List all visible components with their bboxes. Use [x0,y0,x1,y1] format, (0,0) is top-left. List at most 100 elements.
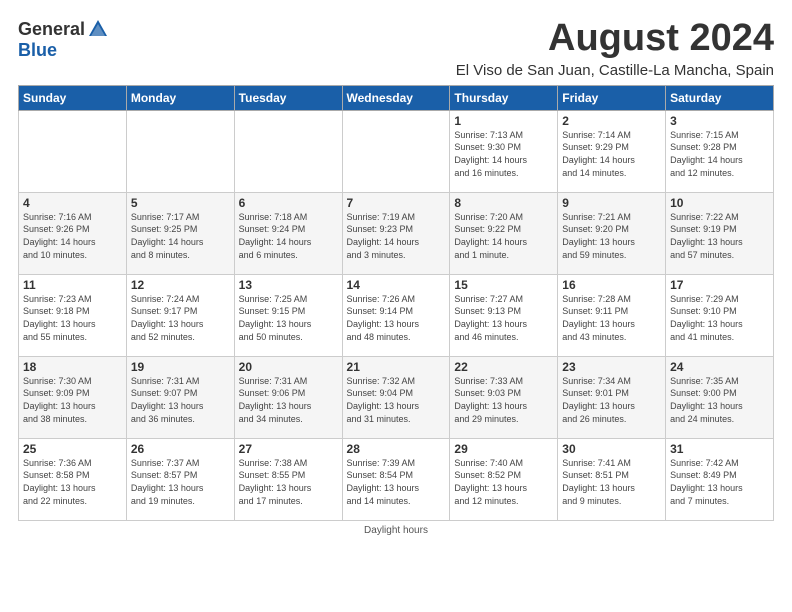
day-number: 13 [239,278,338,292]
calendar-cell: 1Sunrise: 7:13 AM Sunset: 9:30 PM Daylig… [450,110,558,192]
day-info: Sunrise: 7:40 AM Sunset: 8:52 PM Dayligh… [454,457,553,507]
day-number: 15 [454,278,553,292]
calendar-cell [234,110,342,192]
day-number: 17 [670,278,769,292]
day-info: Sunrise: 7:31 AM Sunset: 9:06 PM Dayligh… [239,375,338,425]
day-info: Sunrise: 7:25 AM Sunset: 9:15 PM Dayligh… [239,293,338,343]
logo-blue-text: Blue [18,40,57,61]
week-row-2: 4Sunrise: 7:16 AM Sunset: 9:26 PM Daylig… [19,192,774,274]
day-info: Sunrise: 7:23 AM Sunset: 9:18 PM Dayligh… [23,293,122,343]
calendar-cell: 27Sunrise: 7:38 AM Sunset: 8:55 PM Dayli… [234,438,342,520]
day-info: Sunrise: 7:35 AM Sunset: 9:00 PM Dayligh… [670,375,769,425]
calendar-cell: 31Sunrise: 7:42 AM Sunset: 8:49 PM Dayli… [666,438,774,520]
logo: General Blue [18,18,109,61]
calendar-cell: 24Sunrise: 7:35 AM Sunset: 9:00 PM Dayli… [666,356,774,438]
calendar-cell: 7Sunrise: 7:19 AM Sunset: 9:23 PM Daylig… [342,192,450,274]
calendar-cell: 3Sunrise: 7:15 AM Sunset: 9:28 PM Daylig… [666,110,774,192]
day-info: Sunrise: 7:33 AM Sunset: 9:03 PM Dayligh… [454,375,553,425]
location-subtitle: El Viso de San Juan, Castille-La Mancha,… [456,62,774,79]
day-info: Sunrise: 7:16 AM Sunset: 9:26 PM Dayligh… [23,211,122,261]
day-info: Sunrise: 7:36 AM Sunset: 8:58 PM Dayligh… [23,457,122,507]
calendar-cell: 28Sunrise: 7:39 AM Sunset: 8:54 PM Dayli… [342,438,450,520]
weekday-header-tuesday: Tuesday [234,85,342,110]
header: General Blue August 2024 El Viso de San … [18,18,774,79]
calendar-cell: 5Sunrise: 7:17 AM Sunset: 9:25 PM Daylig… [126,192,234,274]
day-number: 20 [239,360,338,374]
logo-icon [87,18,109,40]
calendar-cell: 12Sunrise: 7:24 AM Sunset: 9:17 PM Dayli… [126,274,234,356]
week-row-3: 11Sunrise: 7:23 AM Sunset: 9:18 PM Dayli… [19,274,774,356]
day-number: 25 [23,442,122,456]
day-info: Sunrise: 7:17 AM Sunset: 9:25 PM Dayligh… [131,211,230,261]
day-number: 6 [239,196,338,210]
day-info: Sunrise: 7:21 AM Sunset: 9:20 PM Dayligh… [562,211,661,261]
calendar-cell: 23Sunrise: 7:34 AM Sunset: 9:01 PM Dayli… [558,356,666,438]
day-number: 5 [131,196,230,210]
calendar-cell: 29Sunrise: 7:40 AM Sunset: 8:52 PM Dayli… [450,438,558,520]
day-number: 29 [454,442,553,456]
day-number: 12 [131,278,230,292]
calendar-cell: 6Sunrise: 7:18 AM Sunset: 9:24 PM Daylig… [234,192,342,274]
day-number: 19 [131,360,230,374]
day-info: Sunrise: 7:41 AM Sunset: 8:51 PM Dayligh… [562,457,661,507]
day-number: 1 [454,114,553,128]
day-number: 23 [562,360,661,374]
day-info: Sunrise: 7:18 AM Sunset: 9:24 PM Dayligh… [239,211,338,261]
weekday-header-thursday: Thursday [450,85,558,110]
day-number: 18 [23,360,122,374]
weekday-header-monday: Monday [126,85,234,110]
day-number: 26 [131,442,230,456]
month-title: August 2024 [456,18,774,60]
calendar-cell: 8Sunrise: 7:20 AM Sunset: 9:22 PM Daylig… [450,192,558,274]
page: General Blue August 2024 El Viso de San … [0,0,792,546]
day-info: Sunrise: 7:32 AM Sunset: 9:04 PM Dayligh… [347,375,446,425]
day-number: 3 [670,114,769,128]
calendar-cell: 21Sunrise: 7:32 AM Sunset: 9:04 PM Dayli… [342,356,450,438]
day-info: Sunrise: 7:28 AM Sunset: 9:11 PM Dayligh… [562,293,661,343]
day-info: Sunrise: 7:15 AM Sunset: 9:28 PM Dayligh… [670,129,769,179]
week-row-1: 1Sunrise: 7:13 AM Sunset: 9:30 PM Daylig… [19,110,774,192]
day-number: 16 [562,278,661,292]
day-info: Sunrise: 7:27 AM Sunset: 9:13 PM Dayligh… [454,293,553,343]
calendar-cell: 10Sunrise: 7:22 AM Sunset: 9:19 PM Dayli… [666,192,774,274]
day-info: Sunrise: 7:24 AM Sunset: 9:17 PM Dayligh… [131,293,230,343]
day-number: 11 [23,278,122,292]
weekday-header-wednesday: Wednesday [342,85,450,110]
day-number: 24 [670,360,769,374]
day-number: 28 [347,442,446,456]
calendar-cell: 30Sunrise: 7:41 AM Sunset: 8:51 PM Dayli… [558,438,666,520]
day-info: Sunrise: 7:37 AM Sunset: 8:57 PM Dayligh… [131,457,230,507]
day-number: 9 [562,196,661,210]
day-number: 4 [23,196,122,210]
calendar-cell: 25Sunrise: 7:36 AM Sunset: 8:58 PM Dayli… [19,438,127,520]
day-number: 7 [347,196,446,210]
day-number: 21 [347,360,446,374]
day-info: Sunrise: 7:22 AM Sunset: 9:19 PM Dayligh… [670,211,769,261]
logo-general-text: General [18,19,85,40]
day-number: 30 [562,442,661,456]
calendar-cell [126,110,234,192]
calendar-cell: 11Sunrise: 7:23 AM Sunset: 9:18 PM Dayli… [19,274,127,356]
day-info: Sunrise: 7:14 AM Sunset: 9:29 PM Dayligh… [562,129,661,179]
day-number: 10 [670,196,769,210]
day-number: 31 [670,442,769,456]
day-number: 2 [562,114,661,128]
footer-note: Daylight hours [18,525,774,536]
title-section: August 2024 El Viso de San Juan, Castill… [456,18,774,79]
day-info: Sunrise: 7:39 AM Sunset: 8:54 PM Dayligh… [347,457,446,507]
calendar-cell [19,110,127,192]
calendar-cell: 9Sunrise: 7:21 AM Sunset: 9:20 PM Daylig… [558,192,666,274]
day-info: Sunrise: 7:42 AM Sunset: 8:49 PM Dayligh… [670,457,769,507]
weekday-header-sunday: Sunday [19,85,127,110]
calendar-cell [342,110,450,192]
calendar-cell: 2Sunrise: 7:14 AM Sunset: 9:29 PM Daylig… [558,110,666,192]
calendar-cell: 14Sunrise: 7:26 AM Sunset: 9:14 PM Dayli… [342,274,450,356]
day-info: Sunrise: 7:30 AM Sunset: 9:09 PM Dayligh… [23,375,122,425]
day-info: Sunrise: 7:13 AM Sunset: 9:30 PM Dayligh… [454,129,553,179]
day-info: Sunrise: 7:38 AM Sunset: 8:55 PM Dayligh… [239,457,338,507]
day-info: Sunrise: 7:29 AM Sunset: 9:10 PM Dayligh… [670,293,769,343]
weekday-header-row: SundayMondayTuesdayWednesdayThursdayFrid… [19,85,774,110]
calendar-cell: 20Sunrise: 7:31 AM Sunset: 9:06 PM Dayli… [234,356,342,438]
calendar-cell: 13Sunrise: 7:25 AM Sunset: 9:15 PM Dayli… [234,274,342,356]
calendar-cell: 4Sunrise: 7:16 AM Sunset: 9:26 PM Daylig… [19,192,127,274]
